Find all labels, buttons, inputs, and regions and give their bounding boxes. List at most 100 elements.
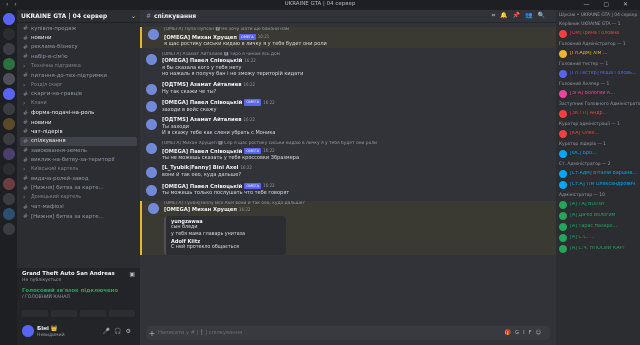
channel-item[interactable]: # реклама-бізнесу (17, 43, 140, 52)
channel-category[interactable]: › Розділ скарг (17, 80, 140, 89)
member-name: [Гл.Адм] Хім ... (570, 51, 608, 56)
server-icon[interactable] (2, 118, 15, 130)
member-item[interactable]: [КА] Олек... (556, 128, 640, 139)
member-item[interactable]: [ФС] Бро... (556, 148, 640, 159)
channel-category[interactable]: › Клани (17, 99, 140, 108)
member-item[interactable]: [OM] Ірина Головна (556, 28, 640, 39)
server-icon[interactable] (2, 58, 15, 70)
channel-item[interactable]: # питання-до-тех-підтримки (17, 71, 140, 80)
server-icon[interactable] (2, 223, 15, 235)
server-icon[interactable] (2, 178, 15, 190)
message-author[interactable]: [ОМЕGA] Павел Співоцькій (162, 183, 242, 189)
message-composer[interactable]: + Написати у # [❗] спілкування 🎁GIF☺ (146, 326, 550, 340)
member-item[interactable]: [ЗГА] Вологий К... (556, 88, 640, 99)
reply-preview[interactable]: [ОМЕГА] Михан Хрущеп 🅱 Сер я щас ростику… (162, 141, 548, 148)
message-author[interactable]: [ОМЕGA] Павел Співоцькій (162, 58, 242, 64)
channel-category[interactable]: › Київський картель (17, 165, 140, 174)
channel-item[interactable]: # набір-в-сім'ю (17, 52, 140, 61)
channel-item[interactable]: # завоювання-земель (17, 146, 140, 155)
voice-channel[interactable]: / ГОЛОВНИЙ КАНАЛ (17, 294, 140, 301)
server-icon[interactable] (2, 103, 15, 115)
channel-item[interactable]: # виклик-на-битву-за-території (17, 155, 140, 164)
server-icon[interactable] (2, 163, 15, 175)
member-item[interactable]: [А] С.Ч. НПОСИЙ КАРТ (556, 243, 640, 254)
avatar (559, 49, 567, 58)
server-icon[interactable] (2, 88, 15, 100)
message: но нажаль я получу бан і не зможу терито… (140, 71, 556, 78)
message-author[interactable]: [L_Tyubik|Fanny] Bini Axel (162, 165, 238, 171)
avatar (559, 69, 567, 78)
message-author[interactable]: [ОМЕGA] Михан Хрущеп (164, 207, 237, 213)
server-icon[interactable] (2, 193, 15, 205)
message-author[interactable]: [ОМЕGA] Павел Співоцькій (162, 100, 242, 106)
member-item[interactable]: [Гл.Адм] Хім ... (556, 48, 640, 59)
window-controls[interactable]: — ▢ ✕ (583, 1, 634, 8)
avatar[interactable] (146, 83, 157, 95)
camera-button[interactable] (22, 310, 48, 317)
message-author[interactable]: [ОМЕGA] Павел Співоцькій (162, 148, 242, 154)
avatar[interactable] (146, 167, 157, 179)
embed-card[interactable]: yungzawaa сын бледи у тебя мама главарь ун… (164, 215, 286, 255)
message-author[interactable]: [ОДТМS] Азамат Айталиев (162, 117, 242, 123)
channel-item[interactable]: # чат-мафіозі (17, 202, 140, 211)
avatar[interactable] (146, 142, 157, 154)
member-item[interactable]: [А] С.С. ... (556, 232, 640, 243)
channel-item[interactable]: # форма-подачі-на-роль (17, 109, 140, 118)
hash-icon: # (23, 184, 29, 192)
member-item[interactable]: [А] Тарас Назарх... (556, 221, 640, 232)
composer-placeholder[interactable]: Написати у # [❗] спілкування (158, 330, 242, 336)
screen-share-icon[interactable]: ▣ (129, 271, 135, 278)
channel-label: видача-ролей-завод (31, 175, 89, 182)
channel-category[interactable]: › Технічна підтримка (17, 62, 140, 71)
reply-preview[interactable]: [ОМЕГА] Тyubik|Fanny Bini Axel вони й та… (164, 201, 548, 208)
channel-item[interactable]: # видача-ролей-завод (17, 174, 140, 183)
server-icon[interactable] (2, 73, 15, 85)
channel-item[interactable]: # [Нижня] битва за карте... (17, 212, 140, 221)
avatar[interactable] (22, 325, 34, 337)
server-icon[interactable] (2, 208, 15, 220)
soundboard-button[interactable] (109, 310, 135, 317)
avatar[interactable] (148, 29, 159, 40)
channel-item[interactable]: # [Нижня] битва за карте... (17, 184, 140, 193)
share-screen-button[interactable] (51, 310, 77, 317)
message-author[interactable]: [ОДТМS] Азамат Айталиев (162, 82, 242, 88)
member-item[interactable]: [ЗК ГП] Андр... (556, 108, 640, 119)
message-text: но нажаль я получу бан і не зможу терито… (162, 71, 304, 78)
composer-icons[interactable]: 🎁GIF☺ (505, 330, 545, 336)
guild-header[interactable]: UKRAINE GTA | 04 сервер ⌄ (17, 10, 140, 23)
message: [ОМЕГА] Тyubik|Fanny Bini Axel вони й та… (140, 200, 556, 255)
avatar[interactable] (146, 184, 157, 196)
avatar[interactable] (146, 53, 157, 65)
channel-item[interactable]: # спілкування (20, 136, 137, 147)
chevron-down-icon[interactable]: ⌄ (131, 13, 136, 20)
avatar[interactable] (146, 101, 157, 113)
header-icons[interactable]: ⌗🔔📌👥🔍 (492, 12, 550, 20)
channel-label: реклама-бізнесу (31, 44, 78, 51)
channel-item[interactable]: # новини (17, 33, 140, 42)
channel-item[interactable]: # новини (17, 118, 140, 127)
add-attachment-icon[interactable]: + (146, 329, 158, 338)
clan-tag: ОМЕГА (244, 147, 262, 155)
activity-button[interactable] (80, 310, 106, 317)
member-item[interactable]: [А] І А] ВОІЛИ (556, 199, 640, 210)
channel-item[interactable]: # скарги-на-гравців (17, 90, 140, 99)
channel-item[interactable]: # купівля-продаж (17, 24, 140, 33)
member-item[interactable]: [Ст.А] Тім Олександрович (556, 179, 640, 190)
channel-category[interactable]: › Донецький картель (17, 193, 140, 202)
avatar[interactable] (148, 202, 159, 214)
member-name: [А] І А] ВОІЛИ (570, 202, 604, 207)
home-icon[interactable] (2, 13, 15, 25)
member-group-header: Шукаю • UKRAINE GTA | 04 сервер (559, 13, 638, 18)
server-icon[interactable] (2, 148, 15, 160)
server-icon[interactable] (2, 28, 15, 40)
member-item[interactable]: [А] Дачіо Вологим (556, 210, 640, 221)
user-controls[interactable]: 🎤🎧⚙ (103, 328, 135, 335)
avatar[interactable] (146, 119, 157, 131)
member-item[interactable]: [Ст.Адм] Віталій Варшнв... (556, 168, 640, 179)
server-icon[interactable] (2, 43, 15, 55)
server-icon[interactable] (2, 133, 15, 145)
message-author[interactable]: [ОМЕGA] Михан Хрущеп (164, 34, 237, 40)
member-item[interactable]: [Гл.Тестер] Міша Головь... (556, 68, 640, 79)
reply-preview[interactable]: [ОМЕГА] Лупа Пупсон 🅱 Не хочу їхати ще б… (164, 27, 548, 34)
channel-item[interactable]: # чат-лідерів (17, 127, 140, 136)
